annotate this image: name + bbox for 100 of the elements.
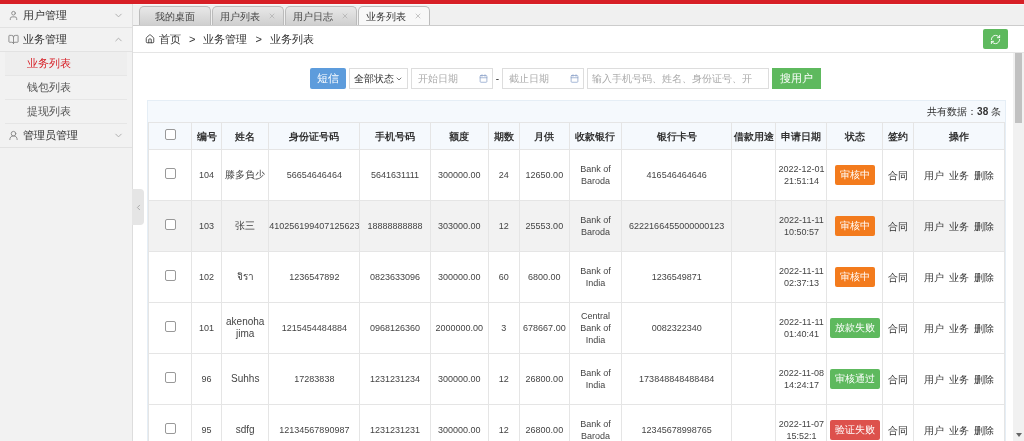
table-cell: 300000.00	[430, 149, 489, 201]
breadcrumb-link[interactable]: 业务管理	[203, 30, 248, 48]
status-badge: 审核中	[834, 164, 875, 186]
column-header: 额度	[430, 122, 489, 150]
action-link[interactable]: 用户	[923, 218, 944, 234]
table-cell: 678667.00	[519, 302, 570, 354]
table-cell: Bank of Baroda	[569, 200, 622, 252]
menu-group[interactable]: 用户管理	[0, 4, 132, 28]
contract-link[interactable]: 合同	[887, 322, 908, 334]
contract-link[interactable]: 合同	[887, 271, 908, 283]
table-cell: 2022-12-01 21:51:14	[775, 149, 827, 201]
action-link[interactable]: 用户	[923, 371, 944, 387]
action-link[interactable]: 删除	[973, 167, 994, 183]
table-cell: 12	[488, 353, 520, 405]
tab[interactable]: 我的桌面	[139, 6, 211, 25]
tab[interactable]: 用户日志	[285, 6, 357, 25]
action-link[interactable]: 删除	[973, 422, 994, 438]
menu-item[interactable]: 钱包列表	[5, 76, 127, 100]
collapse-handle[interactable]	[132, 189, 144, 225]
checkbox[interactable]	[164, 218, 176, 230]
breadcrumb-separator: >	[189, 31, 196, 47]
start-date-field[interactable]: 开始日期	[410, 68, 493, 89]
table-cell: 1215454484884	[268, 302, 360, 354]
tab[interactable]: 用户列表	[212, 6, 284, 25]
action-link[interactable]: 业务	[948, 371, 969, 387]
scrollbar[interactable]	[1013, 53, 1024, 441]
table-cell: 18888888888	[359, 200, 431, 252]
action-link[interactable]: 删除	[973, 269, 994, 285]
table-cell: 300000.00	[430, 251, 489, 303]
menu-label: 用户管理	[23, 8, 68, 24]
status-badge: 放款失败	[829, 317, 880, 339]
action-link[interactable]: 业务	[948, 269, 969, 285]
column-header: 状态	[827, 122, 883, 150]
status-badge: 审核中	[834, 215, 875, 237]
table-cell: 56654646464	[268, 149, 360, 201]
menu-group[interactable]: 管理员管理	[0, 124, 132, 148]
end-date-field[interactable]: 截止日期	[502, 68, 585, 89]
table-cell: 60	[488, 251, 520, 303]
calendar-icon[interactable]	[478, 74, 488, 83]
action-link[interactable]: 用户	[923, 422, 944, 438]
contract-link[interactable]: 合同	[887, 373, 908, 385]
search-field[interactable]: 输入手机号码、姓名、身份证号、开	[587, 68, 770, 89]
breadcrumb-link[interactable]: 业务列表	[269, 30, 314, 48]
table-cell: 6800.00	[519, 251, 570, 303]
contract-link[interactable]: 合同	[887, 169, 908, 181]
column-header: 操作	[913, 122, 1005, 150]
home-icon	[145, 34, 155, 44]
column-header: 身份证号码	[268, 122, 360, 150]
table-cell: 103	[191, 200, 222, 252]
status-badge: 审核中	[834, 266, 875, 288]
scroll-down-icon[interactable]	[1015, 433, 1022, 437]
table-cell: 0968126360	[359, 302, 431, 354]
table-cell: 1236549871	[621, 251, 732, 303]
action-link[interactable]: 用户	[923, 167, 944, 183]
calendar-icon[interactable]	[570, 74, 580, 83]
tab[interactable]: 业务列表	[358, 6, 430, 25]
contract-link[interactable]: 合同	[887, 220, 908, 232]
table-cell: Bank of Baroda	[569, 149, 622, 201]
menu-item[interactable]: 业务列表	[5, 52, 127, 76]
table-cell: 17283838	[268, 353, 360, 405]
checkbox[interactable]	[164, 320, 176, 332]
action-link[interactable]: 业务	[948, 422, 969, 438]
column-header: 借款用途	[731, 122, 776, 150]
table-cell: 3	[488, 302, 520, 354]
action-link[interactable]: 业务	[948, 320, 969, 336]
column-header: 申请日期	[775, 122, 827, 150]
action-link[interactable]: 删除	[973, 320, 994, 336]
table-cell: 2000000.00	[430, 302, 489, 354]
action-link[interactable]: 用户	[923, 269, 944, 285]
table-cell: 1236547892	[268, 251, 360, 303]
action-link[interactable]: 删除	[973, 371, 994, 387]
table-cell: 410256199407125623	[268, 200, 360, 252]
action-link[interactable]: 业务	[948, 218, 969, 234]
status-badge: 验证失败	[829, 419, 880, 441]
checkbox[interactable]	[164, 128, 176, 140]
checkbox[interactable]	[164, 167, 176, 179]
table-cell: akenoha jima	[221, 302, 269, 354]
table-cell: 6222166455000000123	[621, 200, 732, 252]
menu-icon	[8, 130, 19, 141]
action-link[interactable]: 用户	[923, 320, 944, 336]
menu-item[interactable]: 提现列表	[5, 100, 127, 124]
status-select[interactable]: 全部状态	[348, 68, 408, 89]
checkbox[interactable]	[164, 422, 176, 434]
action-link[interactable]: 删除	[973, 218, 994, 234]
table-cell: จิรา	[221, 251, 269, 303]
column-header: 月供	[519, 122, 570, 150]
status-badge: 审核通过	[829, 368, 880, 390]
scrollbar-thumb[interactable]	[1015, 53, 1022, 123]
checkbox[interactable]	[164, 371, 176, 383]
table-cell: 2022-11-11 10:50:57	[775, 200, 827, 252]
total-count: 共有数据：38 条	[927, 105, 1001, 119]
table-cell: 2022-11-08 14:24:17	[775, 353, 827, 405]
table-cell: 12650.00	[519, 149, 570, 201]
table-cell: 5641631111	[359, 149, 431, 201]
refresh-button[interactable]	[983, 29, 1008, 49]
menu-label: 业务管理	[23, 32, 68, 48]
checkbox[interactable]	[164, 269, 176, 281]
table-cell: 0082322340	[621, 302, 732, 354]
breadcrumb-link[interactable]: 首页	[159, 30, 181, 48]
action-link[interactable]: 业务	[948, 167, 969, 183]
